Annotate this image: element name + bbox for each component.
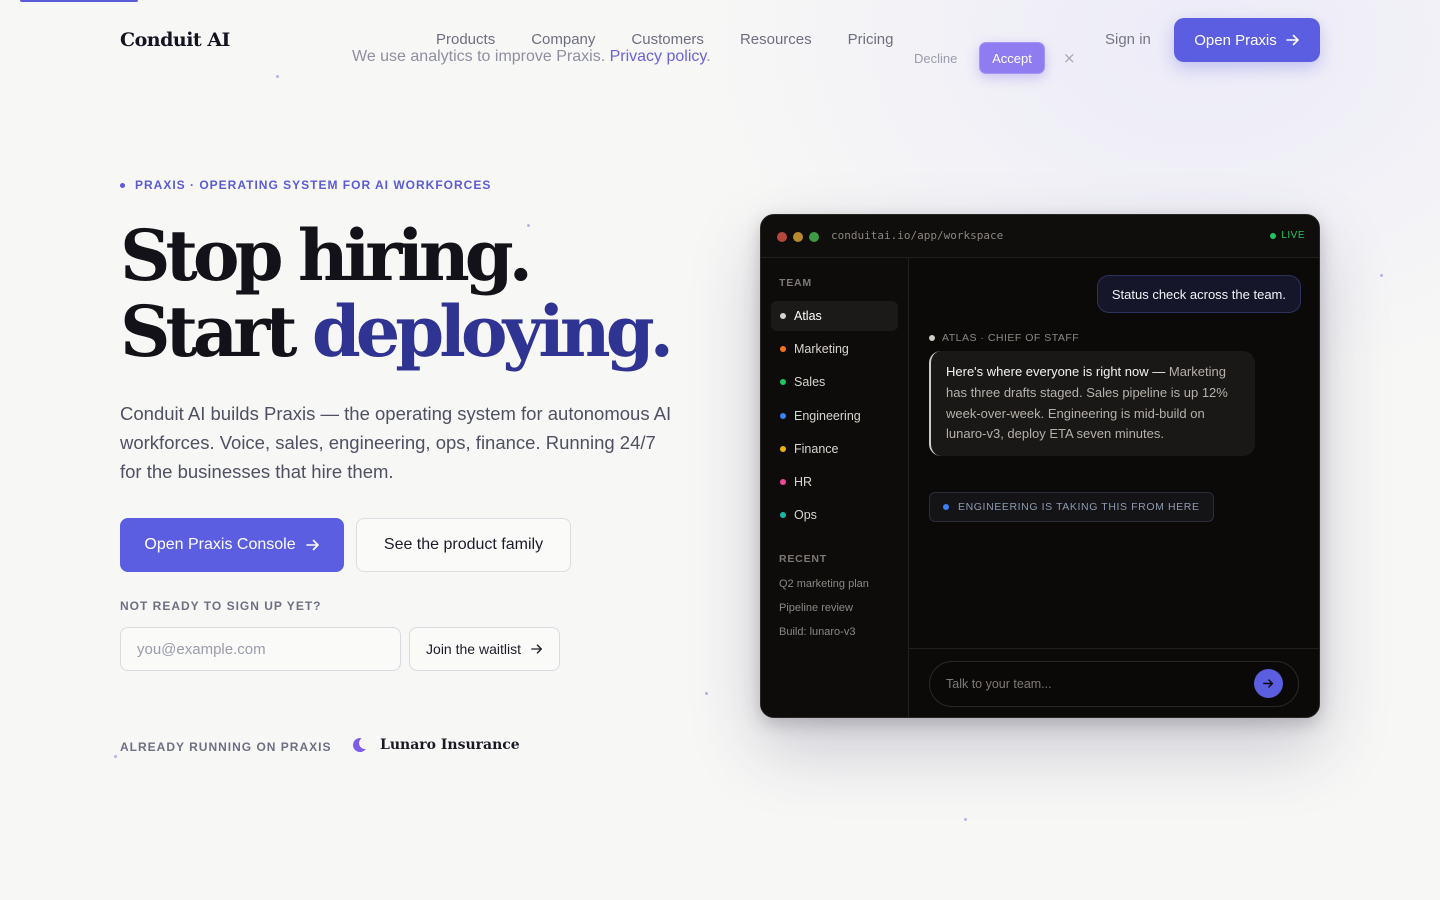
open-praxis-console-button[interactable]: Open Praxis Console [120, 518, 344, 572]
see-product-family-button[interactable]: See the product family [356, 518, 571, 572]
arrow-right-icon [305, 539, 319, 551]
status-dot-icon [780, 346, 786, 352]
live-label: LIVE [1281, 230, 1305, 241]
status-dot-icon [780, 313, 786, 319]
member-label: HR [794, 475, 813, 489]
status-dot-icon [780, 479, 786, 485]
agent-label: ATLAS · CHIEF OF STAFF [929, 332, 1079, 344]
headline-deploying: deploying. [311, 290, 674, 373]
status-dot-icon [780, 379, 786, 385]
headline-line-2: Start deploying. [120, 294, 674, 370]
window-maximize-dot-icon [809, 232, 819, 242]
not-ready-label: NOT READY TO SIGN UP YET? [120, 599, 322, 613]
send-button[interactable] [1254, 669, 1283, 698]
waitlist-label: Join the waitlist [426, 641, 521, 657]
top-accent-bar [20, 0, 138, 2]
handoff-text: ENGINEERING IS TAKING THIS FROM HERE [958, 501, 1200, 513]
decor-dot [276, 75, 279, 78]
composer-divider [909, 648, 1319, 649]
hero-eyebrow: PRAXIS · OPERATING SYSTEM FOR AI WORKFOR… [120, 178, 491, 192]
handoff-dot-icon [943, 504, 949, 510]
sidebar-item-sales[interactable]: Sales [771, 367, 898, 397]
customer-name: Lunaro Insurance [380, 737, 520, 753]
nav-company[interactable]: Company [531, 31, 595, 48]
member-label: Engineering [794, 409, 861, 423]
cookie-accept-button[interactable]: Accept [979, 42, 1045, 74]
sidebar-item-ops[interactable]: Ops [771, 500, 898, 530]
decor-dot [964, 818, 967, 821]
recent-item[interactable]: Pipeline review [779, 602, 853, 614]
recent-item[interactable]: Q2 marketing plan [779, 578, 869, 590]
arrow-right-icon [531, 644, 542, 654]
headline-start: Start [120, 290, 312, 373]
live-badge: LIVE [1270, 230, 1305, 241]
sidebar-item-finance[interactable]: Finance [771, 434, 898, 464]
window-close-dot-icon [777, 232, 787, 242]
logo[interactable]: Conduit AI [120, 29, 230, 51]
eyebrow-text: PRAXIS · OPERATING SYSTEM FOR AI WORKFOR… [135, 178, 492, 192]
hero-subtitle: Conduit AI builds Praxis — the operating… [120, 403, 672, 482]
window-url: conduitai.io/app/workspace [831, 229, 1004, 242]
cookie-banner-text: We use analytics to improve Praxis. Priv… [352, 48, 711, 66]
join-waitlist-button[interactable]: Join the waitlist [409, 627, 560, 671]
cookie-decline-button[interactable]: Decline [914, 51, 957, 66]
already-running-label: ALREADY RUNNING ON PRAXIS [120, 740, 332, 754]
eyebrow-dot-icon [120, 182, 125, 188]
team-chat-input[interactable] [929, 661, 1299, 707]
open-praxis-label: Open Praxis [1194, 31, 1277, 49]
cookie-suffix: . [706, 48, 711, 65]
user-message: Status check across the team. [1096, 275, 1301, 313]
status-dot-icon [780, 512, 786, 518]
close-icon[interactable]: × [1063, 49, 1076, 67]
member-label: Marketing [794, 342, 849, 356]
status-dot-icon [780, 446, 786, 452]
recent-item[interactable]: Build: lunaro-v3 [779, 626, 855, 638]
agent-dot-icon [929, 335, 935, 341]
sidebar-item-hr[interactable]: HR [771, 467, 898, 497]
arrow-right-icon [1285, 34, 1299, 46]
member-label: Finance [794, 442, 839, 456]
agent-message-lead: Here's where everyone is right now — [946, 364, 1166, 379]
headline-line-1: Stop hiring. [120, 214, 533, 297]
handoff-badge: ENGINEERING IS TAKING THIS FROM HERE [929, 492, 1214, 522]
sidebar-item-engineering[interactable]: Engineering [771, 401, 898, 431]
member-label: Sales [794, 375, 826, 389]
crescent-moon-icon [353, 738, 366, 753]
nav-customers[interactable]: Customers [631, 31, 704, 48]
privacy-policy-link[interactable]: Privacy policy [610, 48, 707, 65]
status-dot-icon [780, 413, 786, 419]
main-nav: Products Company Customers Resources Pri… [436, 31, 930, 48]
member-label: Atlas [794, 309, 822, 323]
sign-in-link[interactable]: Sign in [1105, 31, 1151, 48]
email-input[interactable] [120, 627, 401, 671]
agent-name: ATLAS · CHIEF OF STAFF [942, 332, 1080, 344]
arrow-right-icon [1263, 679, 1274, 688]
cookie-message: We use analytics to improve Praxis. [352, 48, 610, 65]
nav-resources[interactable]: Resources [740, 31, 812, 48]
window-titlebar: conduitai.io/app/workspace LIVE [761, 215, 1319, 258]
open-praxis-button[interactable]: Open Praxis [1174, 18, 1320, 62]
console-button-label: Open Praxis Console [144, 536, 296, 553]
decor-dot [1380, 274, 1383, 277]
chat-panel: Status check across the team. ATLAS · CH… [909, 258, 1319, 717]
sidebar-item-marketing[interactable]: Marketing [771, 334, 898, 364]
decor-dot [114, 755, 117, 758]
agent-message: Here's where everyone is right now — Mar… [929, 351, 1255, 457]
decor-dot [705, 692, 708, 695]
app-window-preview: conduitai.io/app/workspace LIVE TEAM Atl… [760, 214, 1320, 718]
recent-heading: RECENT [779, 553, 827, 565]
hero-headline: Stop hiring. Start deploying. [120, 218, 674, 370]
customer-logo: Lunaro Insurance [350, 736, 520, 754]
workspace-sidebar: TEAM Atlas Marketing Sales Engineering F… [761, 258, 909, 717]
window-minimize-dot-icon [793, 232, 803, 242]
sidebar-item-atlas[interactable]: Atlas [771, 301, 898, 331]
team-heading: TEAM [779, 277, 812, 289]
nav-products[interactable]: Products [436, 31, 495, 48]
member-label: Ops [794, 508, 817, 522]
nav-pricing[interactable]: Pricing [848, 31, 894, 48]
live-dot-icon [1270, 232, 1277, 239]
